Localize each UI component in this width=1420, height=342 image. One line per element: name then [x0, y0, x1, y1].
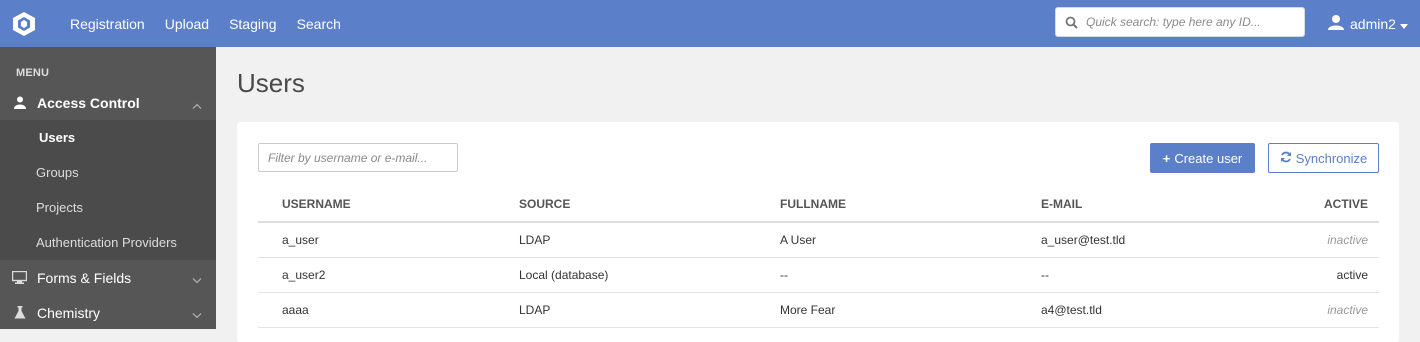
sidebar-item-label: Chemistry	[37, 304, 101, 321]
column-header-fullname[interactable]: FULLNAME	[780, 187, 1041, 223]
users-panel: + Create user Synchronize USERNAME SOURC…	[237, 122, 1399, 342]
flask-icon	[0, 306, 37, 319]
sidebar-item-users[interactable]: Users	[0, 120, 216, 155]
nav-registration[interactable]: Registration	[60, 16, 155, 32]
cell-active: inactive	[1251, 292, 1379, 328]
monitor-icon	[0, 271, 37, 284]
synchronize-button[interactable]: Synchronize	[1268, 143, 1379, 173]
top-navbar: Registration Upload Staging Search admin…	[0, 0, 1420, 47]
sidebar-item-chemistry[interactable]: Chemistry	[0, 295, 216, 330]
app-logo-icon[interactable]	[0, 0, 47, 47]
cell-username: a_user	[258, 222, 519, 258]
page-title: Users	[237, 68, 305, 98]
nav-search[interactable]: Search	[287, 16, 351, 32]
nav-staging[interactable]: Staging	[219, 16, 286, 32]
cell-fullname: A User	[780, 222, 1041, 258]
search-icon	[1056, 16, 1086, 29]
cell-fullname: --	[780, 257, 1041, 293]
table-header-row: USERNAME SOURCE FULLNAME E-MAIL ACTIVE	[258, 187, 1379, 223]
table-row[interactable]: aaaa LDAP More Fear a4@test.tld inactive	[258, 292, 1379, 328]
refresh-icon	[1280, 151, 1292, 166]
table-row[interactable]: a_user2 Local (database) -- -- active	[258, 257, 1379, 293]
chevron-down-icon	[192, 271, 202, 287]
column-header-username[interactable]: USERNAME	[258, 187, 519, 223]
column-header-email[interactable]: E-MAIL	[1041, 187, 1251, 223]
sidebar-item-authentication-providers[interactable]: Authentication Providers	[0, 225, 216, 260]
cell-source: LDAP	[519, 222, 780, 258]
quick-search-box	[1055, 7, 1305, 37]
sidebar-item-access-control[interactable]: Access Control	[0, 85, 216, 120]
user-menu[interactable]: admin2	[1328, 0, 1408, 47]
caret-down-icon	[1399, 16, 1408, 32]
user-name: admin2	[1350, 15, 1396, 32]
chevron-down-icon	[192, 306, 202, 322]
cell-email: a_user@test.tld	[1041, 222, 1251, 258]
sidebar-item-label: Access Control	[37, 94, 140, 111]
cell-source: Local (database)	[519, 257, 780, 293]
main-nav: Registration Upload Staging Search	[60, 0, 351, 47]
chevron-up-icon	[192, 96, 202, 112]
cell-username: aaaa	[258, 292, 519, 328]
cell-email: --	[1041, 257, 1251, 293]
cell-email: a4@test.tld	[1041, 292, 1251, 328]
column-header-source[interactable]: SOURCE	[519, 187, 780, 223]
sidebar-item-forms-fields[interactable]: Forms & Fields	[0, 260, 216, 295]
cell-active: inactive	[1251, 222, 1379, 258]
user-icon	[0, 96, 37, 109]
user-icon	[1328, 14, 1344, 33]
synchronize-label: Synchronize	[1295, 150, 1368, 166]
column-header-active[interactable]: ACTIVE	[1251, 187, 1379, 223]
sidebar-item-projects[interactable]: Projects	[0, 190, 216, 225]
cell-fullname: More Fear	[780, 292, 1041, 328]
nav-upload[interactable]: Upload	[155, 16, 219, 32]
sidebar-item-groups[interactable]: Groups	[0, 155, 216, 190]
users-table: USERNAME SOURCE FULLNAME E-MAIL ACTIVE a…	[258, 187, 1379, 328]
access-control-submenu: Users Groups Projects Authentication Pro…	[0, 120, 216, 260]
menu-label: MENU	[16, 67, 50, 79]
cell-username: a_user2	[258, 257, 519, 293]
cell-active: active	[1251, 257, 1379, 293]
cell-source: LDAP	[519, 292, 780, 328]
sidebar-item-label: Forms & Fields	[37, 269, 132, 286]
plus-icon: +	[1162, 150, 1171, 166]
create-user-label: Create user	[1174, 150, 1243, 166]
create-user-button[interactable]: + Create user	[1150, 143, 1255, 173]
filter-input[interactable]	[258, 143, 458, 172]
sidebar: MENU Access Control Users Groups Project…	[0, 47, 216, 329]
quick-search-input[interactable]	[1086, 15, 1296, 29]
table-row[interactable]: a_user LDAP A User a_user@test.tld inact…	[258, 222, 1379, 258]
